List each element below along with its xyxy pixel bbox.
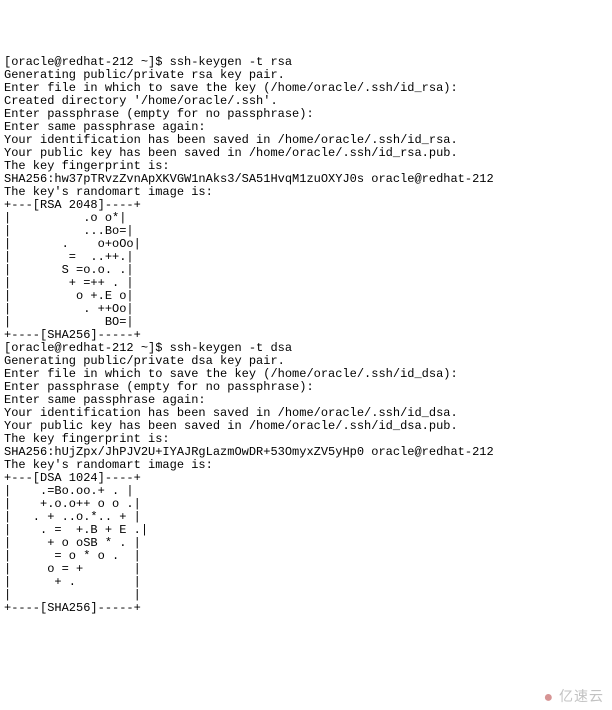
watermark-text: 亿速云: [559, 688, 604, 704]
watermark: ● 亿速云: [543, 690, 604, 704]
terminal-line: | + . |: [4, 576, 608, 589]
terminal-line: +----[SHA256]-----+: [4, 602, 608, 615]
terminal-line: | = o * o . |: [4, 550, 608, 563]
watermark-dot-icon: ●: [543, 689, 554, 706]
terminal-line: | o = + |: [4, 563, 608, 576]
terminal-line: | |: [4, 589, 608, 602]
terminal-output: [oracle@redhat-212 ~]$ ssh-keygen -t rsa…: [4, 56, 608, 615]
